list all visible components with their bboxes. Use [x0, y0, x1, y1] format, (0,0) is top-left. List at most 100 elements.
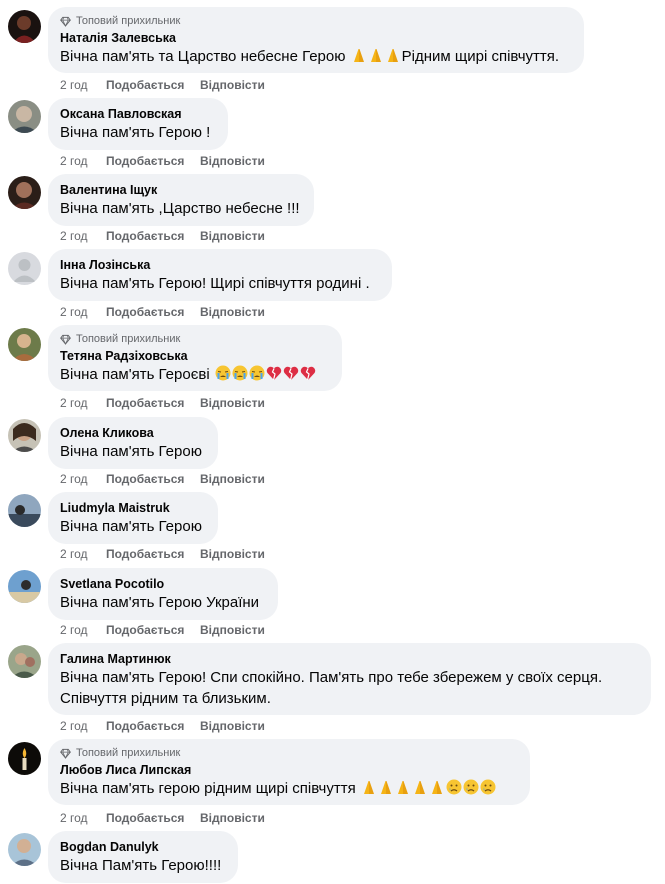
like-button[interactable]: Подобається: [106, 623, 200, 637]
folded-hands-icon: [353, 49, 364, 62]
comment-author[interactable]: Svetlana Pocotilo: [60, 576, 266, 592]
avatar[interactable]: [8, 494, 41, 527]
broken-heart-icon: [283, 366, 299, 381]
avatar[interactable]: [8, 10, 41, 43]
folded-hands-icon: [431, 781, 442, 794]
comment-timestamp[interactable]: 2 год: [60, 154, 106, 168]
avatar[interactable]: [8, 100, 41, 133]
like-button[interactable]: Подобається: [106, 229, 200, 243]
like-button[interactable]: Подобається: [106, 811, 200, 825]
avatar[interactable]: [8, 645, 41, 678]
folded-hands-icon: [363, 781, 374, 794]
comment-author[interactable]: Валентина Іщук: [60, 182, 302, 198]
comment-actions: 2 год Подобається Відповісти: [60, 623, 265, 637]
comment-timestamp[interactable]: 2 год: [60, 396, 106, 410]
comment-actions: 2 год Подобається Відповісти: [60, 229, 265, 243]
comment-bubble: Топовий прихильник Тетяна Радзіховська В…: [48, 325, 342, 391]
sad-face-icon: [463, 779, 479, 795]
comment-author[interactable]: Наталія Залевська: [60, 30, 572, 46]
emoji-run: [215, 365, 316, 381]
comment-author[interactable]: Галина Мартинюк: [60, 651, 639, 667]
comment-text: Вічна пам'ять герою рідним щирі співчутт…: [60, 778, 518, 799]
comment-timestamp[interactable]: 2 год: [60, 811, 106, 825]
comment-actions: 2 год Подобається Відповісти: [60, 78, 265, 92]
comment-author[interactable]: Bogdan Danulyk: [60, 839, 226, 855]
comment-bubble: Галина Мартинюк Вічна пам'ять Герою! Спи…: [48, 643, 651, 715]
avatar[interactable]: [8, 419, 41, 452]
comment-text: Вічна пам'ять Герою: [60, 443, 202, 460]
like-button[interactable]: Подобається: [106, 396, 200, 410]
comment-actions: 2 год Подобається Відповісти: [60, 719, 265, 733]
comment-text: Вічна пам'ять ,Царство небесне !!!: [60, 200, 300, 217]
comment-text: Вічна Пам'ять Герою!!!!: [60, 857, 222, 874]
broken-heart-icon: [266, 366, 282, 381]
comment-timestamp[interactable]: 2 год: [60, 305, 106, 319]
comment-timestamp[interactable]: 2 год: [60, 623, 106, 637]
folded-hands-icon: [414, 781, 425, 794]
reply-button[interactable]: Відповісти: [200, 229, 265, 243]
reply-button[interactable]: Відповісти: [200, 305, 265, 319]
comment-text: Вічна пам'ять Герою! Спи спокійно. Пам'я…: [60, 669, 603, 686]
comment-actions: 2 год Подобається Відповісти: [60, 396, 265, 410]
crying-face-icon: [249, 365, 265, 381]
top-fan-label: Топовий прихильник: [76, 333, 181, 345]
comment-bubble: Liudmyla Maistruk Вічна пам'ять Герою: [48, 492, 218, 544]
comment-author[interactable]: Інна Лозінська: [60, 257, 380, 273]
like-button[interactable]: Подобається: [106, 472, 200, 486]
avatar[interactable]: [8, 252, 41, 285]
reply-button[interactable]: Відповісти: [200, 547, 265, 561]
like-button[interactable]: Подобається: [106, 719, 200, 733]
avatar[interactable]: [8, 328, 41, 361]
reply-button[interactable]: Відповісти: [200, 396, 265, 410]
top-fan-label: Топовий прихильник: [76, 15, 181, 27]
comment-bubble: Топовий прихильник Любов Лиса Липская Ві…: [48, 739, 530, 805]
reply-button[interactable]: Відповісти: [200, 811, 265, 825]
reply-button[interactable]: Відповісти: [200, 719, 265, 733]
folded-hands-icon: [380, 781, 391, 794]
crying-face-icon: [215, 365, 231, 381]
comment-timestamp[interactable]: 2 год: [60, 719, 106, 733]
like-button[interactable]: Подобається: [106, 154, 200, 168]
sad-face-icon: [446, 779, 462, 795]
avatar[interactable]: [8, 176, 41, 209]
comment-actions: 2 год Подобається Відповісти: [60, 472, 265, 486]
comment-timestamp[interactable]: 2 год: [60, 472, 106, 486]
crying-face-icon: [232, 365, 248, 381]
folded-hands-icon: [397, 781, 408, 794]
avatar[interactable]: [8, 833, 41, 866]
comment-text: Вічна пам'ять Герою України: [60, 594, 260, 611]
comment-actions: 2 год Подобається Відповісти: [60, 547, 265, 561]
avatar[interactable]: [8, 570, 41, 603]
comment-bubble: Оксана Павловская Вічна пам'ять Герою !: [48, 98, 228, 150]
comment-author[interactable]: Олена Кликова: [60, 425, 206, 441]
comment-author[interactable]: Любов Лиса Липская: [60, 762, 518, 778]
comment-text: Вічна пам'ять Герою !: [60, 124, 211, 141]
reply-button[interactable]: Відповісти: [200, 154, 265, 168]
folded-hands-icon: [387, 49, 398, 62]
comment-bubble: Валентина Іщук Вічна пам'ять ,Царство не…: [48, 174, 314, 226]
comment-text-line2: Співчуття рідним та близьким.: [60, 690, 271, 707]
comment-actions: 2 год Подобається Відповісти: [60, 154, 265, 168]
comment-bubble: Bogdan Danulyk Вічна Пам'ять Герою!!!!: [48, 831, 238, 883]
folded-hands-icon: [370, 49, 381, 62]
comment-author[interactable]: Тетяна Радзіховська: [60, 348, 330, 364]
avatar[interactable]: [8, 742, 41, 775]
emoji-run: [361, 779, 496, 795]
reply-button[interactable]: Відповісти: [200, 623, 265, 637]
reply-button[interactable]: Відповісти: [200, 78, 265, 92]
comment-bubble: Олена Кликова Вічна пам'ять Герою: [48, 417, 218, 469]
comment-timestamp[interactable]: 2 год: [60, 229, 106, 243]
emoji-run: [351, 47, 401, 63]
comment-bubble: Інна Лозінська Вічна пам'ять Герою! Щирі…: [48, 249, 392, 301]
comment-author[interactable]: Liudmyla Maistruk: [60, 500, 206, 516]
comment-actions: 2 год Подобається Відповісти: [60, 811, 265, 825]
comment-bubble: Svetlana Pocotilo Вічна пам'ять Герою Ук…: [48, 568, 278, 620]
comment-author[interactable]: Оксана Павловская: [60, 106, 216, 122]
like-button[interactable]: Подобається: [106, 547, 200, 561]
sad-face-icon: [480, 779, 496, 795]
comment-timestamp[interactable]: 2 год: [60, 78, 106, 92]
like-button[interactable]: Подобається: [106, 305, 200, 319]
reply-button[interactable]: Відповісти: [200, 472, 265, 486]
like-button[interactable]: Подобається: [106, 78, 200, 92]
comment-timestamp[interactable]: 2 год: [60, 547, 106, 561]
